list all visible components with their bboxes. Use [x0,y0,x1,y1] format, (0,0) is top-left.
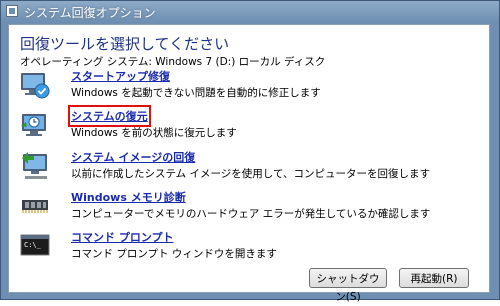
system-recovery-window: システム回復オプション 回復ツールを選択してください オペレーティング システム… [0,0,500,303]
window-title: システム回復オプション [24,6,156,20]
startup-repair-icon [21,73,50,99]
system-image-recovery-link[interactable]: システム イメージの回復 [71,149,195,165]
system-restore-link[interactable]: システムの復元 [68,105,151,127]
command-prompt-description: コマンド プロンプト ウィンドウを開きます [71,248,277,260]
memory-chip-icon [22,200,48,213]
title-bar[interactable]: システム回復オプション [1,1,499,23]
command-prompt-link[interactable]: コマンド プロンプト [71,229,174,245]
memory-diagnostic-link[interactable]: Windows メモリ診断 [71,189,186,205]
system-restore-description: Windows を前の状態に復元します [71,127,237,139]
restart-button[interactable]: 再起動(R) [399,268,469,288]
system-image-icon [22,152,47,179]
window-icon [6,5,18,17]
startup-repair-link[interactable]: スタートアップ修復 [71,68,170,84]
system-restore-icon [21,114,46,136]
os-info: オペレーティング システム: Windows 7 (D:) ローカル ディスク [20,56,326,68]
system-image-recovery-description: 以前に作成したシステム イメージを使用して、コンピューターを回復します [71,168,430,180]
dialog-content: 回復ツールを選択してください オペレーティング システム: Windows 7 … [8,24,490,303]
page-title: 回復ツールを選択してください [20,35,230,53]
memory-diagnostic-description: コンピューターでメモリのハードウェア エラーが発生しているか確認します [71,208,431,220]
startup-repair-description: Windows を起動できない問題を自動的に修正します [71,87,321,99]
command-prompt-icon: C:\_ [20,234,50,256]
shutdown-button[interactable]: シャットダウン(S) [309,268,387,303]
svg-text:C:\_: C:\_ [24,241,42,249]
